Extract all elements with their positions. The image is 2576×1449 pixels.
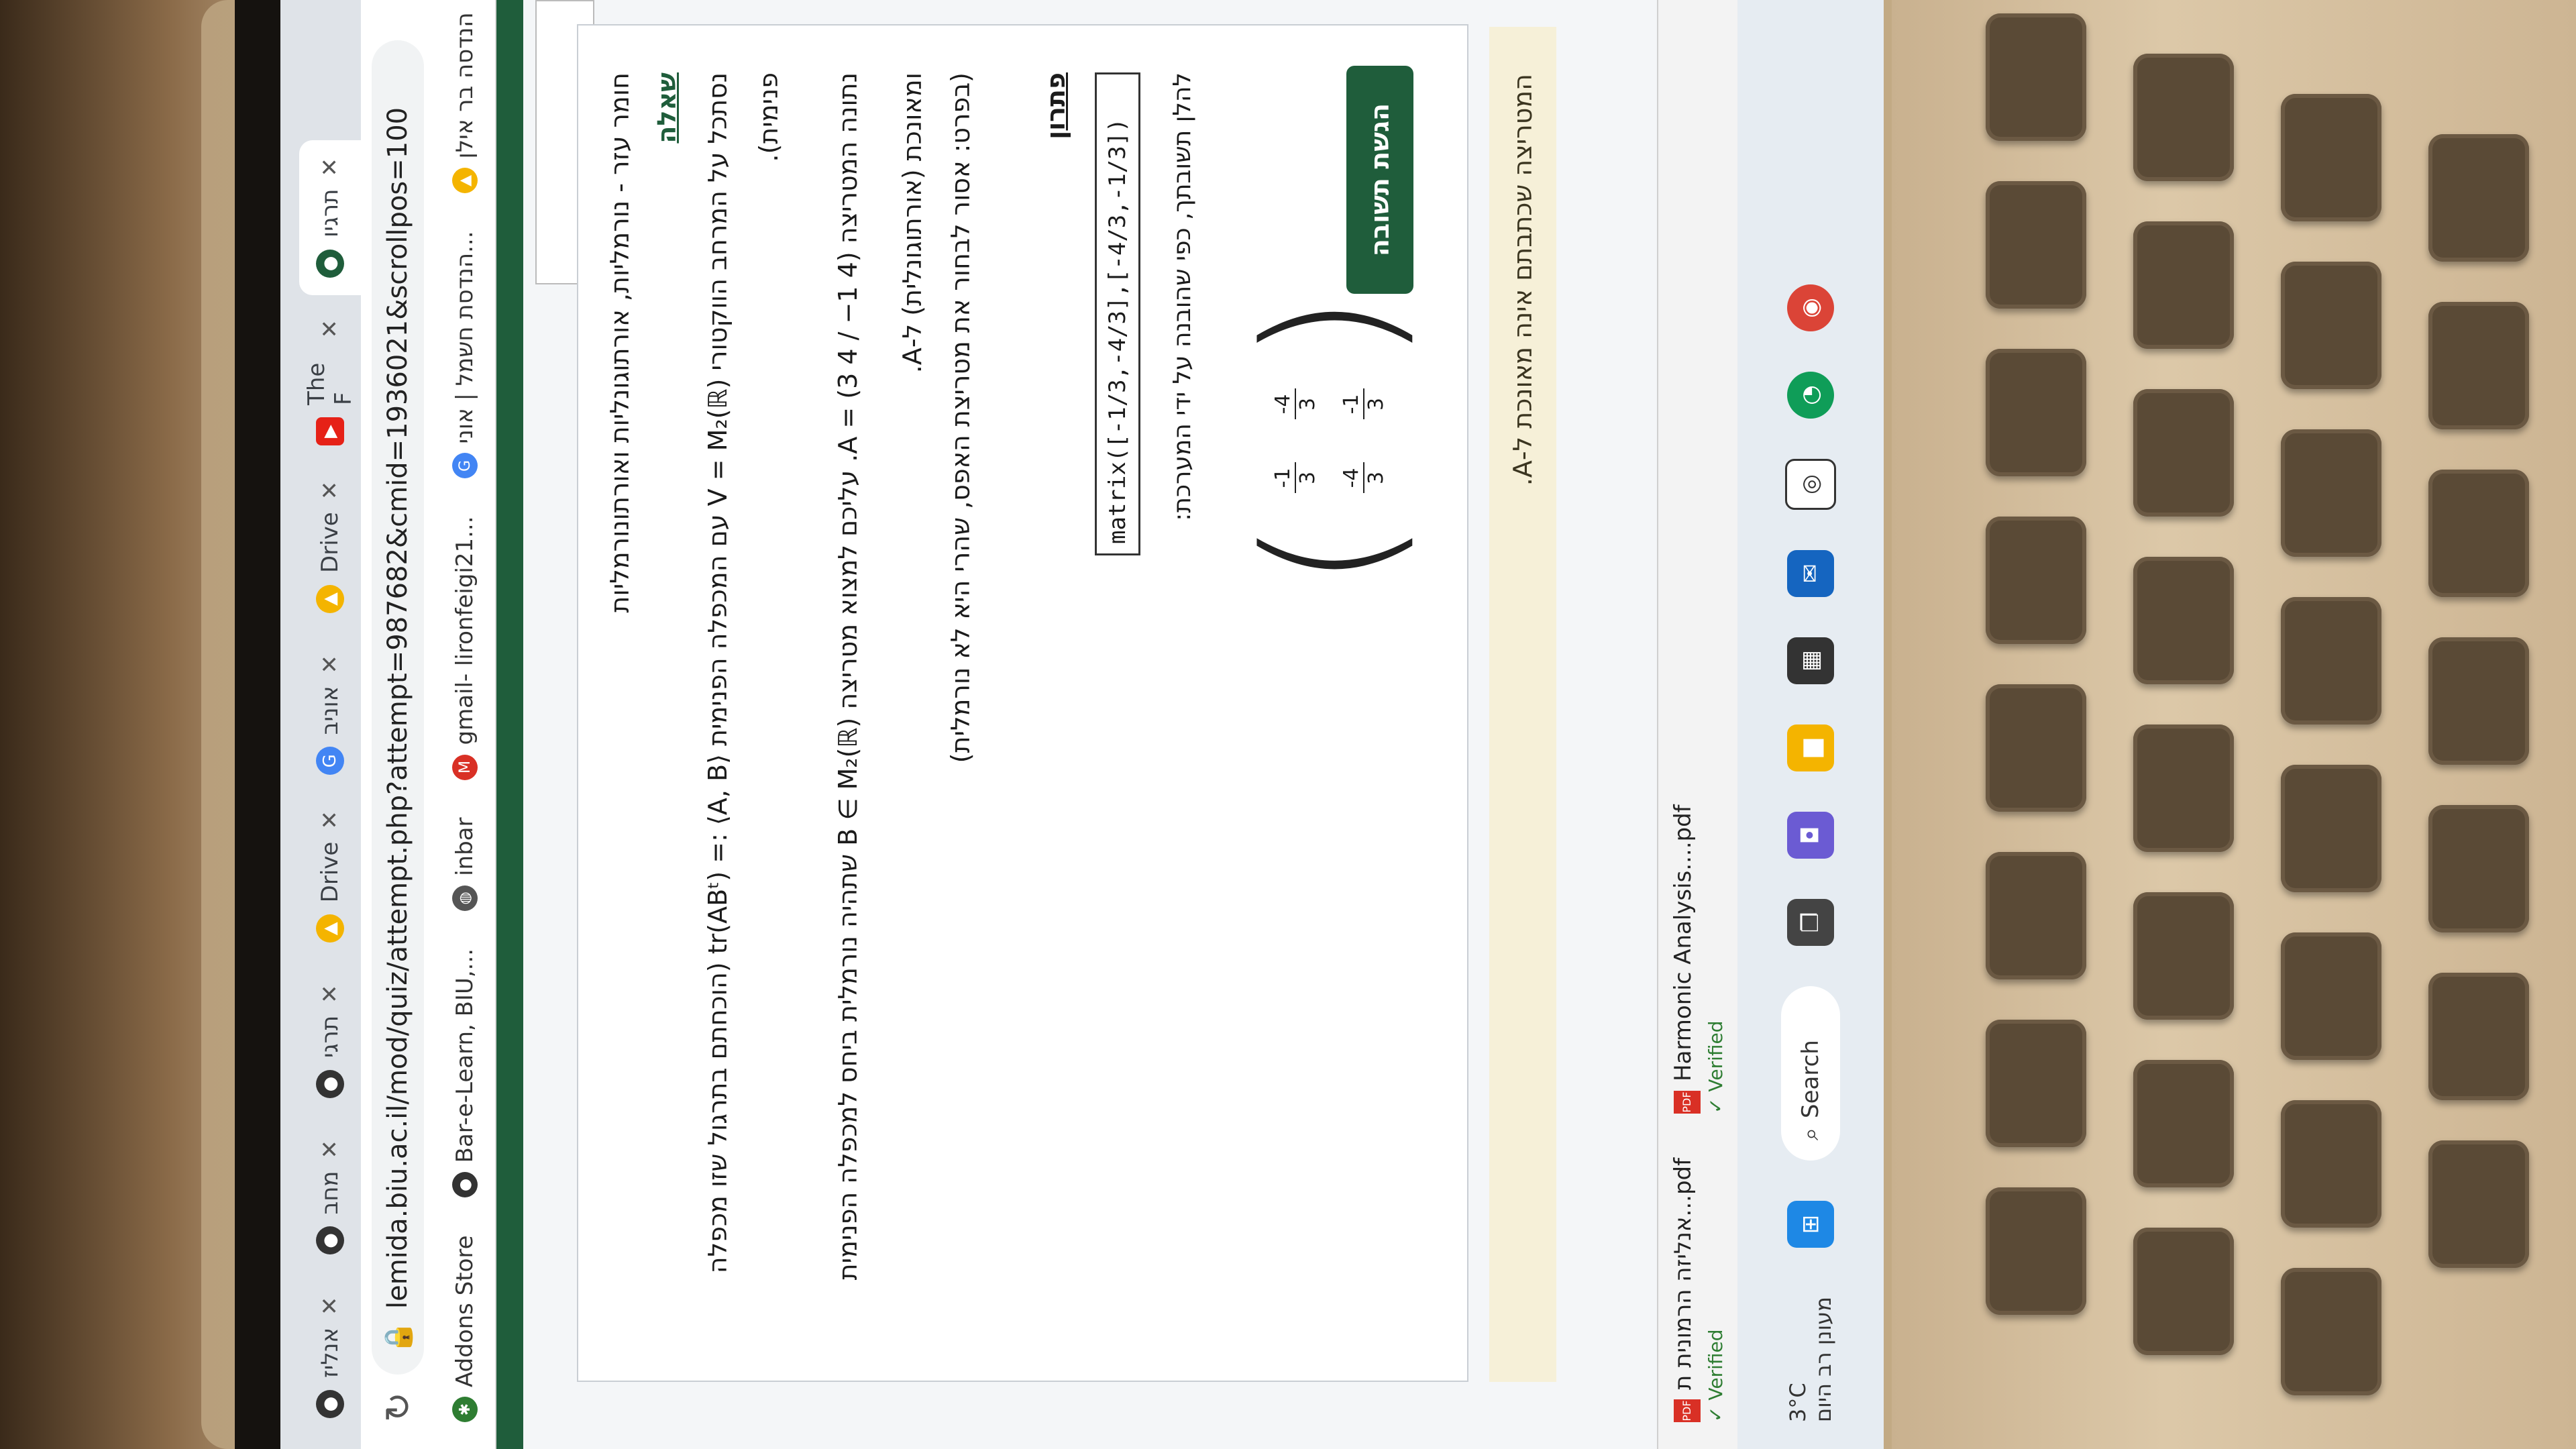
pdf-icon: PDF <box>1673 1399 1701 1422</box>
tab-active[interactable]: ● תרגיו ✕ <box>299 140 361 295</box>
question-text-line: (בפרט: אסור לבחור את מטריצת האפס, שהרי ה… <box>946 72 975 763</box>
close-tab-icon[interactable]: ✕ <box>317 655 343 674</box>
bookmark-item[interactable]: ◍ inbar <box>451 818 478 911</box>
google-icon: G <box>452 453 478 479</box>
store-icon[interactable]: ▦ <box>1787 637 1834 684</box>
close-tab-icon[interactable]: ✕ <box>317 481 343 500</box>
bookmark-item[interactable]: ▲ הנדסה בר אילן <box>451 12 478 194</box>
moodle-icon: ● <box>316 1069 344 1098</box>
google-icon: G <box>316 747 344 775</box>
reload-icon[interactable]: ↻ <box>377 1392 419 1422</box>
question-text-line: ומאונכת (אורתוגונלית) ל-A. <box>898 72 927 374</box>
addons-icon: ✱ <box>452 1397 478 1422</box>
question-text-line: נתונה המטריצה A = (3 4 / −1 4). עליכם למ… <box>833 72 863 1281</box>
moodle-icon: ● <box>452 1172 478 1198</box>
question-title: חומר עזר - נורמליות, אורתוגונליות ואורתו… <box>605 72 635 613</box>
keyboard <box>1986 13 2576 1449</box>
question-text-line: פנימית). <box>754 72 784 162</box>
close-tab-icon[interactable]: ✕ <box>317 984 343 1004</box>
gmail-icon: M <box>452 754 478 780</box>
tab[interactable]: ▲ Drive ✕ <box>299 470 361 631</box>
chat-icon[interactable]: ◘ <box>1787 812 1834 859</box>
pdf-icon: PDF <box>1673 1091 1701 1114</box>
globe-icon: ◍ <box>452 885 478 911</box>
youtube-icon: ▶ <box>316 417 344 445</box>
close-tab-icon[interactable]: ✕ <box>317 810 343 830</box>
close-tab-icon[interactable]: ✕ <box>317 1140 343 1159</box>
moodle-icon: ● <box>316 249 344 278</box>
windows-taskbar: 3°C מעונן רב היום ⊞ ⌕ Search ❐ ◘ ▆ ▦ ✉ ◎… <box>1737 0 1884 1449</box>
drive-icon: ▲ <box>316 914 344 943</box>
search-icon: ⌕ <box>1797 1127 1824 1140</box>
drive-icon: ▲ <box>316 584 344 613</box>
browser-tab-strip: ● אנליז ✕ ● מחב ✕ ● תרגי ✕ ▲ Drive ✕ G אוניב ✕ ▲ Dr… <box>280 0 361 1449</box>
chrome-icon[interactable]: ◉ <box>1787 284 1834 331</box>
moodle-icon: ● <box>316 1390 344 1418</box>
tab[interactable]: ● אנליז ✕ <box>299 1279 361 1436</box>
feedback-message: המטריצה שכתבתם אינה מאונכת ל-A. <box>1489 27 1556 1382</box>
answer-input[interactable]: matrix([-1/3,-4/3],[-4/3,-1/3]) <box>1095 72 1140 555</box>
question-card: חומר עזר - נורמליות, אורתוגונליות ואורתו… <box>577 24 1468 1382</box>
dell-icon[interactable]: ◎ <box>1785 459 1836 510</box>
tab[interactable]: G אוניב ✕ <box>299 637 361 792</box>
photo-scene: ● אנליז ✕ ● מחב ✕ ● תרגי ✕ ▲ Drive ✕ G אוניב ✕ ▲ Dr… <box>0 0 2576 1449</box>
matrix-cell: -4 3 <box>1340 441 1388 515</box>
submit-answer-button[interactable]: הגשת תשובה <box>1346 66 1413 294</box>
drive-icon: ▲ <box>452 168 478 194</box>
bookmark-item[interactable]: ✱ Addons Store <box>451 1235 478 1422</box>
question-text-line: נסתכל על המרחב הווקטורי V = M₂(ℝ) עם המכ… <box>703 72 733 1274</box>
bookmark-item[interactable]: G הנדסת חשמל | אוני... <box>451 231 478 479</box>
answer-heading: פתרון <box>1041 72 1071 140</box>
close-tab-icon[interactable]: ✕ <box>317 319 343 339</box>
matrix-cell: -4 3 <box>1271 367 1320 441</box>
windows-start-icon[interactable]: ⊞ <box>1787 1201 1834 1248</box>
mail-icon[interactable]: ✉ <box>1787 550 1834 597</box>
bookmark-item[interactable]: Mgmail- lironfeigi21... <box>451 516 478 780</box>
url-field[interactable]: 🔒 lemida.biu.ac.il/mod/quiz/attempt.php?… <box>372 40 424 1375</box>
taskbar-search[interactable]: ⌕ Search <box>1781 986 1840 1161</box>
close-tab-icon[interactable]: ✕ <box>317 1296 343 1316</box>
weather-widget[interactable]: 3°C מעונן רב היום <box>1785 1288 1836 1422</box>
close-tab-icon[interactable]: ✕ <box>317 158 343 177</box>
download-item[interactable]: PDFאנליזה הרמונית ת...pdf ✓ Verified <box>1670 1140 1727 1422</box>
matrix-cell: -1 3 <box>1340 367 1388 441</box>
quiz-page: חומר עזר - נורמליות, אורתוגונליות ואורתו… <box>523 0 1657 1449</box>
tab[interactable]: ● מחב ✕ <box>299 1122 361 1272</box>
tab[interactable]: ▶ The F ✕ <box>299 302 361 463</box>
downloads-bar: PDFאנליזה הרמונית ת...pdf ✓ Verified PDF… <box>1657 0 1737 1449</box>
address-bar-row: ↻ 🔒 lemida.biu.ac.il/mod/quiz/attempt.ph… <box>361 0 435 1449</box>
edge-icon[interactable]: ◔ <box>1787 372 1834 419</box>
file-explorer-icon[interactable]: ▆ <box>1787 724 1834 771</box>
download-item[interactable]: PDFHarmonic Analysis....pdf ✓ Verified <box>1670 804 1727 1114</box>
task-view-icon[interactable]: ❐ <box>1787 899 1834 946</box>
bookmarks-bar: ✱ Addons Store ● Bar-e-Learn, BIU,... ◍ inb… <box>435 0 496 1449</box>
right-paren: ) <box>1228 294 1431 362</box>
tab[interactable]: ▲ Drive ✕ <box>299 799 361 960</box>
site-header-band <box>496 0 523 1449</box>
bookmark-item[interactable]: ● Bar-e-Learn, BIU,... <box>451 949 478 1198</box>
preview-label: להלן תשובתך, כפי שהובנה על ידי המערכת: <box>1169 72 1196 521</box>
question-heading: שאלה <box>652 72 682 144</box>
lock-icon: 🔒 <box>382 1320 414 1354</box>
tab[interactable]: ● תרגי ✕ <box>299 967 361 1116</box>
left-paren: ( <box>1228 520 1431 588</box>
moodle-icon: ● <box>316 1226 344 1255</box>
matrix-cell: -1 3 <box>1271 441 1320 515</box>
answer-preview-matrix: ( -1 3 -4 3 -4 3 -1 3 ) <box>1228 294 1431 588</box>
url-text: lemida.biu.ac.il/mod/quiz/attempt.php?at… <box>382 107 413 1309</box>
laptop-screen: ● אנליז ✕ ● מחב ✕ ● תרגי ✕ ▲ Drive ✕ G אוניב ✕ ▲ Dr… <box>280 0 1884 1449</box>
